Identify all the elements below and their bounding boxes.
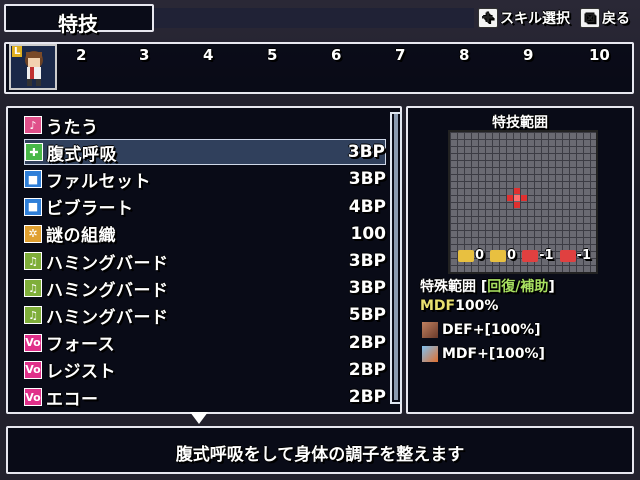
sing-icon: ♪ (24, 116, 42, 134)
skill-row[interactable]: ♫ ハミングバード 3BP (24, 275, 386, 301)
vo-icon: Vo (24, 333, 42, 352)
mystery-icon: ✲ (24, 224, 42, 243)
skill-cost: 5BP (348, 305, 386, 326)
party-slot-10[interactable]: 10 (589, 46, 610, 64)
skill-list: ♪ うたう ✚ 腹式呼吸 3BP ■ ファルセット 3BP ■ ビブラート 4BP ✲ 謎の組織 100 ♫… (6, 106, 402, 414)
range-title: 特技範囲 (492, 115, 548, 131)
party-slot-8[interactable]: 8 (459, 46, 469, 64)
vo-icon: Vo (24, 388, 42, 406)
range-cell (507, 195, 513, 201)
hint-back-label: 戻る (602, 11, 630, 27)
mdf-line: MDF100% (420, 298, 499, 314)
skill-row[interactable]: Vo フォース 2BP (24, 330, 386, 356)
hint-skill-select[interactable]: ✚ スキル選択 (478, 6, 570, 30)
skill-cost: 3BP (348, 169, 386, 190)
def-up-icon (422, 322, 438, 338)
skill-name: ファルセット (46, 171, 151, 192)
scrollbar-thumb[interactable] (390, 112, 402, 404)
skill-row[interactable]: ♫ ハミングバード 5BP (24, 302, 386, 328)
note-plus-icon: ♫ (24, 279, 42, 298)
scroll-down-arrow-icon[interactable] (190, 412, 208, 424)
party-bar: L 2 3 4 5 6 7 8 9 10 (4, 42, 634, 94)
buff-mdf: MDF+[100%] (422, 346, 545, 362)
skill-name: うたう (46, 117, 99, 138)
party-slot-2[interactable]: 2 (76, 46, 86, 64)
hint-skill-select-label: スキル選択 (500, 11, 570, 27)
skill-cost: 4BP (348, 196, 386, 217)
title-window: 特技 (4, 4, 154, 36)
skill-row[interactable]: Vo レジスト 2BP (24, 357, 386, 383)
skill-name: ハミングバード (46, 280, 169, 301)
dpad-icon: ✚ (478, 8, 498, 28)
skill-cost: 3BP (348, 278, 386, 299)
skill-row[interactable]: Vo エコー 2BP (24, 384, 386, 410)
party-slot-5[interactable]: 5 (267, 46, 277, 64)
top-strip (154, 8, 474, 28)
range-cell (514, 202, 520, 208)
hint-back[interactable]: ⊠ 戻る (580, 6, 630, 30)
skill-name: ハミングバード (46, 307, 169, 328)
skill-name: レジスト (46, 362, 116, 383)
note-icon: ♫ (24, 252, 42, 270)
stat-arrow-icon (522, 249, 539, 262)
stat-down-2: -1 (559, 248, 591, 263)
range-center-cell (514, 195, 520, 201)
mdf-up-icon (422, 346, 438, 362)
skill-range-panel: 特技範囲 0 0 -1 -1 特殊範囲 [回復/補助] MDF100% DEF+… (406, 106, 634, 414)
stat-down-1: -1 (522, 248, 554, 263)
square-blue-icon: ■ (24, 197, 42, 216)
party-slot-6[interactable]: 6 (331, 46, 341, 64)
skill-row[interactable]: ✚ 腹式呼吸 3BP (24, 139, 386, 166)
range-cell (521, 195, 527, 201)
square-blue-icon: ■ (24, 170, 42, 189)
skill-cost: 3BP (348, 251, 386, 271)
skill-row[interactable]: ♪ うたう (24, 112, 386, 138)
help-text: 腹式呼吸をして身体の調子を整えます (175, 445, 465, 465)
skill-cost: 2BP (348, 359, 386, 380)
party-slot-7[interactable]: 7 (395, 46, 405, 64)
skill-row[interactable]: ■ ファルセット 3BP (24, 166, 386, 192)
skill-row[interactable]: ✲ 謎の組織 100 (24, 221, 386, 247)
character-avatar-icon (25, 51, 43, 86)
skill-name: ハミングバード (46, 253, 169, 274)
stat-arrow-icon (559, 249, 576, 262)
vo-icon: Vo (24, 360, 42, 379)
help-window: 腹式呼吸をして身体の調子を整えます (6, 426, 634, 474)
note-plus2-icon: ♫ (24, 306, 42, 325)
range-cell (514, 188, 520, 194)
skill-cost: 100 (350, 223, 387, 244)
party-slot-9[interactable]: 9 (523, 46, 533, 64)
stat-up-1: 0 (458, 248, 484, 263)
skill-name: ビブラート (46, 199, 134, 220)
buff-def: DEF+[100%] (422, 322, 541, 338)
skill-cost: 2BP (348, 332, 386, 353)
stat-arrow-icon (490, 249, 507, 262)
cancel-key-icon: ⊠ (580, 8, 600, 28)
party-slot-1[interactable]: L (9, 44, 57, 90)
skill-name: 謎の組織 (46, 226, 116, 247)
skill-name: フォース (46, 335, 116, 356)
party-slot-3[interactable]: 3 (139, 46, 149, 64)
stat-up-2: 0 (490, 248, 516, 263)
skill-name: 腹式呼吸 (47, 144, 117, 165)
skill-cost: 2BP (348, 387, 386, 407)
party-slot-4[interactable]: 4 (203, 46, 213, 64)
skill-name: エコー (46, 389, 99, 410)
special-range-line: 特殊範囲 [回復/補助] (420, 279, 555, 295)
skill-row[interactable]: ♫ ハミングバード 3BP (24, 248, 386, 274)
page-title: 特技 (58, 12, 98, 36)
skill-cost: 3BP (347, 142, 385, 163)
skill-row[interactable]: ■ ビブラート 4BP (24, 194, 386, 220)
plus-heal-icon: ✚ (25, 143, 43, 162)
range-stats: 0 0 -1 -1 (458, 248, 591, 263)
stat-arrow-icon (458, 249, 474, 262)
